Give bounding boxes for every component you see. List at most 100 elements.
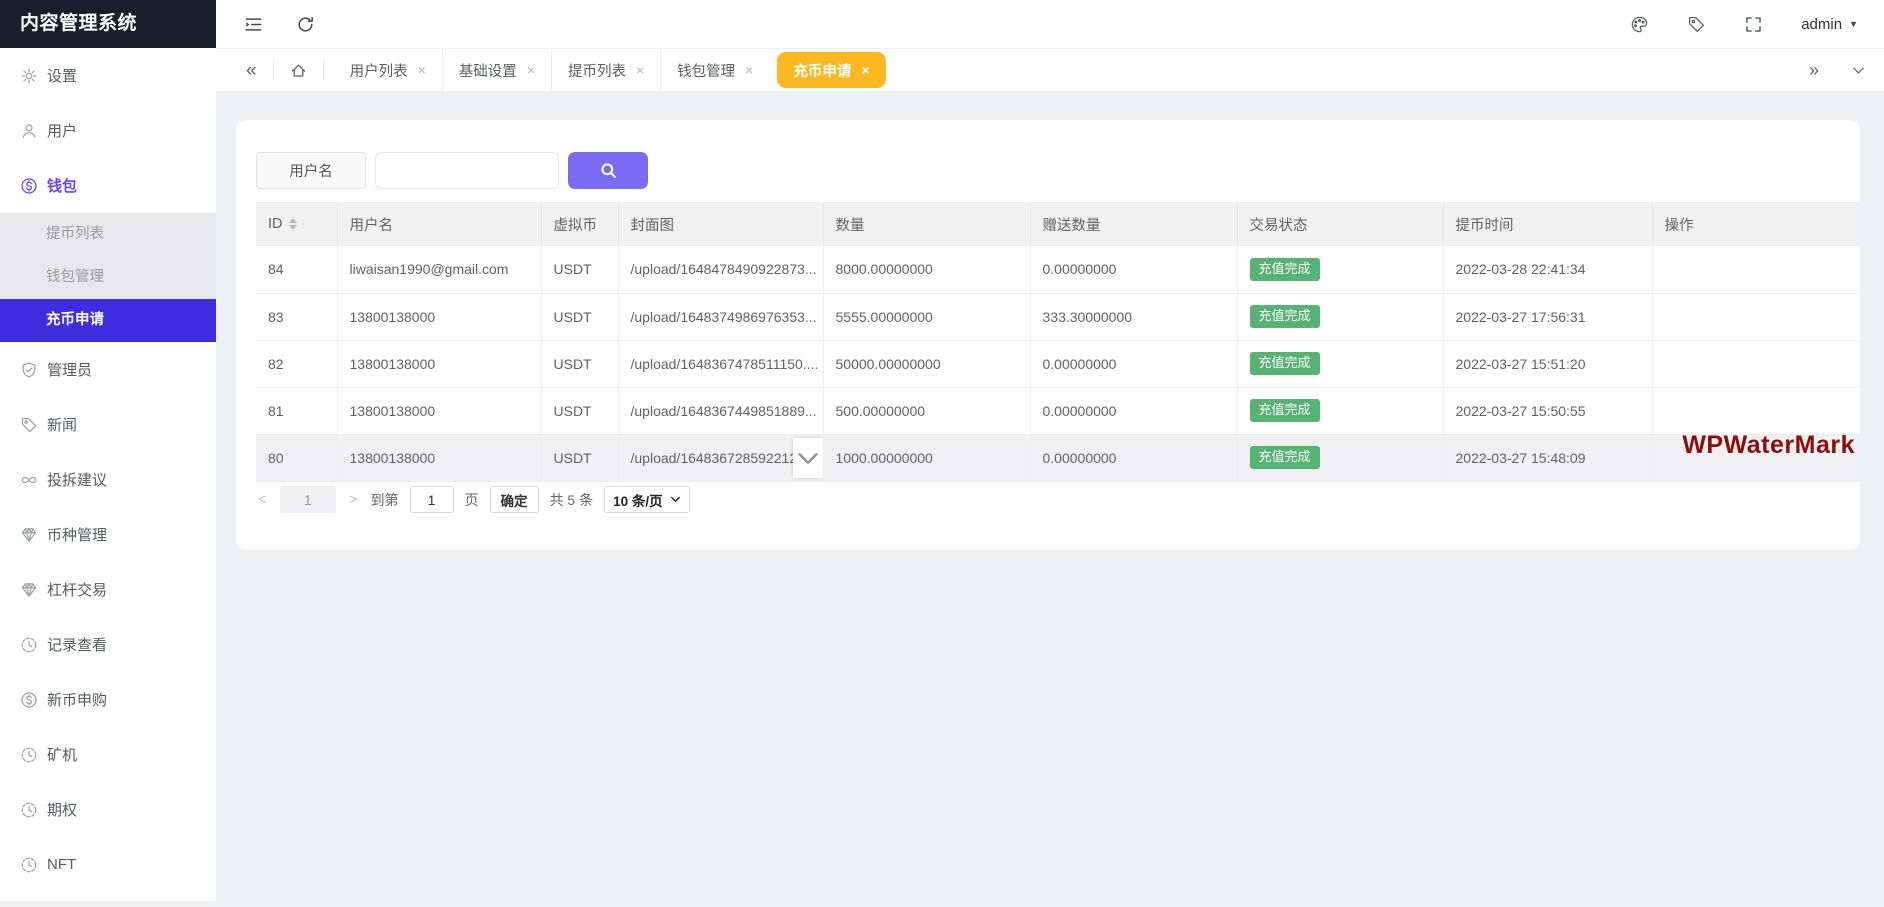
sidebar-item-label: 矿机 — [47, 744, 77, 765]
confirm-page-button[interactable]: 确定 — [490, 486, 539, 513]
cell-action — [1652, 340, 1860, 387]
sidebar-item[interactable]: 期权 — [0, 782, 216, 837]
infinity-icon — [20, 471, 38, 489]
sort-icon[interactable] — [289, 218, 297, 230]
app-logo-title: 内容管理系统 — [0, 0, 216, 48]
cell-time: 2022-03-27 15:50:55 — [1443, 387, 1652, 434]
tab-item[interactable]: 提币列表 × — [551, 49, 660, 91]
sidebar-item-label: 新币申购 — [47, 689, 107, 710]
table-row[interactable]: 8013800138000USDT/upload/164836728592212… — [256, 434, 1860, 481]
column-header: 赠送数量 — [1030, 202, 1237, 246]
tab-label: 充币申请 — [793, 60, 851, 81]
refresh-icon[interactable] — [296, 15, 315, 34]
tab-item[interactable]: 钱包管理× — [660, 49, 769, 91]
home-icon[interactable] — [290, 62, 307, 79]
search-input[interactable] — [375, 152, 559, 189]
column-header: 操作 — [1652, 202, 1860, 246]
tabs-scroll-right-icon[interactable]: » — [1803, 61, 1825, 79]
sidebar-item[interactable]: 管理员 — [0, 342, 216, 397]
data-table: ID用户名虚拟币封面图数量赠送数量交易状态提币时间操作 84liwaisan19… — [256, 202, 1860, 482]
sidebar-item[interactable]: 币种管理 — [0, 507, 216, 562]
sidebar: 内容管理系统 设置用户钱包提币列表钱包管理充币申请管理员新闻投拆建议币种管理杠杆… — [0, 0, 216, 907]
tab-close-icon[interactable]: × — [861, 63, 869, 77]
horizontal-scrollbar[interactable] — [0, 901, 1884, 907]
column-label: 操作 — [1665, 218, 1694, 234]
topbar: admin ▼ — [216, 0, 1884, 48]
prev-page-button[interactable]: < — [256, 491, 269, 508]
table-row[interactable]: 8113800138000USDT/upload/164836744985188… — [256, 387, 1860, 434]
tab-item[interactable]: 充币申请 × — [777, 52, 885, 88]
sidebar-item-label: NFT — [47, 856, 76, 873]
table-row[interactable]: 8313800138000USDT/upload/164837498697635… — [256, 293, 1860, 340]
cell-amount: 50000.00000000 — [823, 340, 1030, 387]
sidebar-item[interactable]: NFT — [0, 837, 216, 892]
expand-cover-button[interactable] — [793, 438, 823, 478]
user-menu[interactable]: admin ▼ — [1801, 16, 1858, 33]
content-card: 用户名 ID用户名虚拟币封面图数量赠送数量交易状态提币时间操作 84liwais… — [236, 120, 1860, 550]
table-row[interactable]: 84liwaisan1990@gmail.comUSDT/upload/1648… — [256, 246, 1860, 293]
cell-amount: 500.00000000 — [823, 387, 1030, 434]
cell-username: 13800138000 — [337, 340, 541, 387]
tabs-dropdown-icon[interactable] — [1851, 63, 1866, 78]
cell-status: 充值完成 — [1237, 293, 1443, 340]
column-header[interactable]: ID — [256, 202, 337, 246]
history-icon — [20, 746, 38, 764]
sidebar-item[interactable]: 新闻 — [0, 397, 216, 452]
tab-close-icon[interactable]: × — [636, 63, 644, 77]
sidebar-item[interactable]: 杠杆交易 — [0, 562, 216, 617]
chevron-down-icon — [670, 494, 681, 505]
page-size-select[interactable]: 10 条/页 — [604, 486, 690, 513]
column-label: 赠送数量 — [1043, 218, 1101, 234]
table-header: ID用户名虚拟币封面图数量赠送数量交易状态提币时间操作 — [256, 202, 1860, 246]
current-page[interactable]: 1 — [280, 486, 336, 513]
status-badge: 充值完成 — [1250, 258, 1320, 281]
tab-label: 基础设置 — [459, 60, 517, 81]
sidebar-item[interactable]: 用户 — [0, 103, 216, 158]
collapse-menu-icon[interactable] — [244, 15, 263, 34]
sidebar-item[interactable]: 设置 — [0, 48, 216, 103]
sidebar-item-label: 杠杆交易 — [47, 579, 107, 600]
sidebar-subitem[interactable]: 提币列表 — [0, 213, 216, 256]
sidebar-item[interactable]: 钱包 — [0, 158, 216, 213]
tag-icon[interactable] — [1687, 15, 1706, 34]
sidebar-item[interactable]: 矿机 — [0, 727, 216, 782]
tab-item[interactable]: 基础设置 × — [442, 49, 551, 91]
search-button[interactable] — [568, 152, 648, 189]
sidebar-subitem[interactable]: 钱包管理 — [0, 256, 216, 299]
tab-label: 用户列表 — [350, 60, 408, 81]
tab-close-icon[interactable]: × — [418, 63, 426, 77]
cell-cover: /upload/1648478490922873... — [618, 246, 823, 293]
sidebar-subitem[interactable]: 充币申请 — [0, 299, 216, 342]
table-row[interactable]: 8213800138000USDT/upload/164836747851115… — [256, 340, 1860, 387]
cell-id: 84 — [256, 246, 337, 293]
search-field-selector[interactable]: 用户名 — [256, 152, 366, 189]
tab-item[interactable]: 用户列表 × — [334, 49, 442, 91]
next-page-button[interactable]: > — [347, 491, 360, 508]
sidebar-item[interactable]: 新币申购 — [0, 672, 216, 727]
sidebar-item[interactable]: 记录查看 — [0, 617, 216, 672]
sidebar-item-label: 用户 — [47, 120, 77, 141]
tab-close-icon[interactable]: × — [745, 63, 753, 77]
app-window: 内容管理系统 设置用户钱包提币列表钱包管理充币申请管理员新闻投拆建议币种管理杠杆… — [0, 0, 1884, 907]
watermark-text: WPWaterMark — [1682, 431, 1855, 460]
cell-amount: 5555.00000000 — [823, 293, 1030, 340]
cell-username: 13800138000 — [337, 293, 541, 340]
fullscreen-icon[interactable] — [1744, 15, 1763, 34]
column-label: 用户名 — [350, 218, 394, 234]
shield-icon — [20, 361, 38, 379]
divider — [323, 60, 324, 80]
tabs-wrap: 用户列表×基础设置×提币列表×钱包管理×充币申请× — [334, 49, 890, 91]
palette-icon[interactable] — [1630, 15, 1649, 34]
tabs-scroll-left-icon[interactable]: « — [240, 61, 263, 80]
tab-close-icon[interactable]: × — [527, 63, 535, 77]
cell-username: 13800138000 — [337, 434, 541, 481]
tabbar-right: » — [1803, 61, 1874, 79]
cell-bonus: 0.00000000 — [1030, 387, 1237, 434]
goto-page-input[interactable] — [410, 486, 454, 513]
gear-icon — [20, 67, 38, 85]
column-header: 交易状态 — [1237, 202, 1443, 246]
tab-label: 提币列表 — [568, 60, 626, 81]
cell-status: 充值完成 — [1237, 246, 1443, 293]
status-badge: 充值完成 — [1250, 399, 1320, 422]
sidebar-item[interactable]: 投拆建议 — [0, 452, 216, 507]
